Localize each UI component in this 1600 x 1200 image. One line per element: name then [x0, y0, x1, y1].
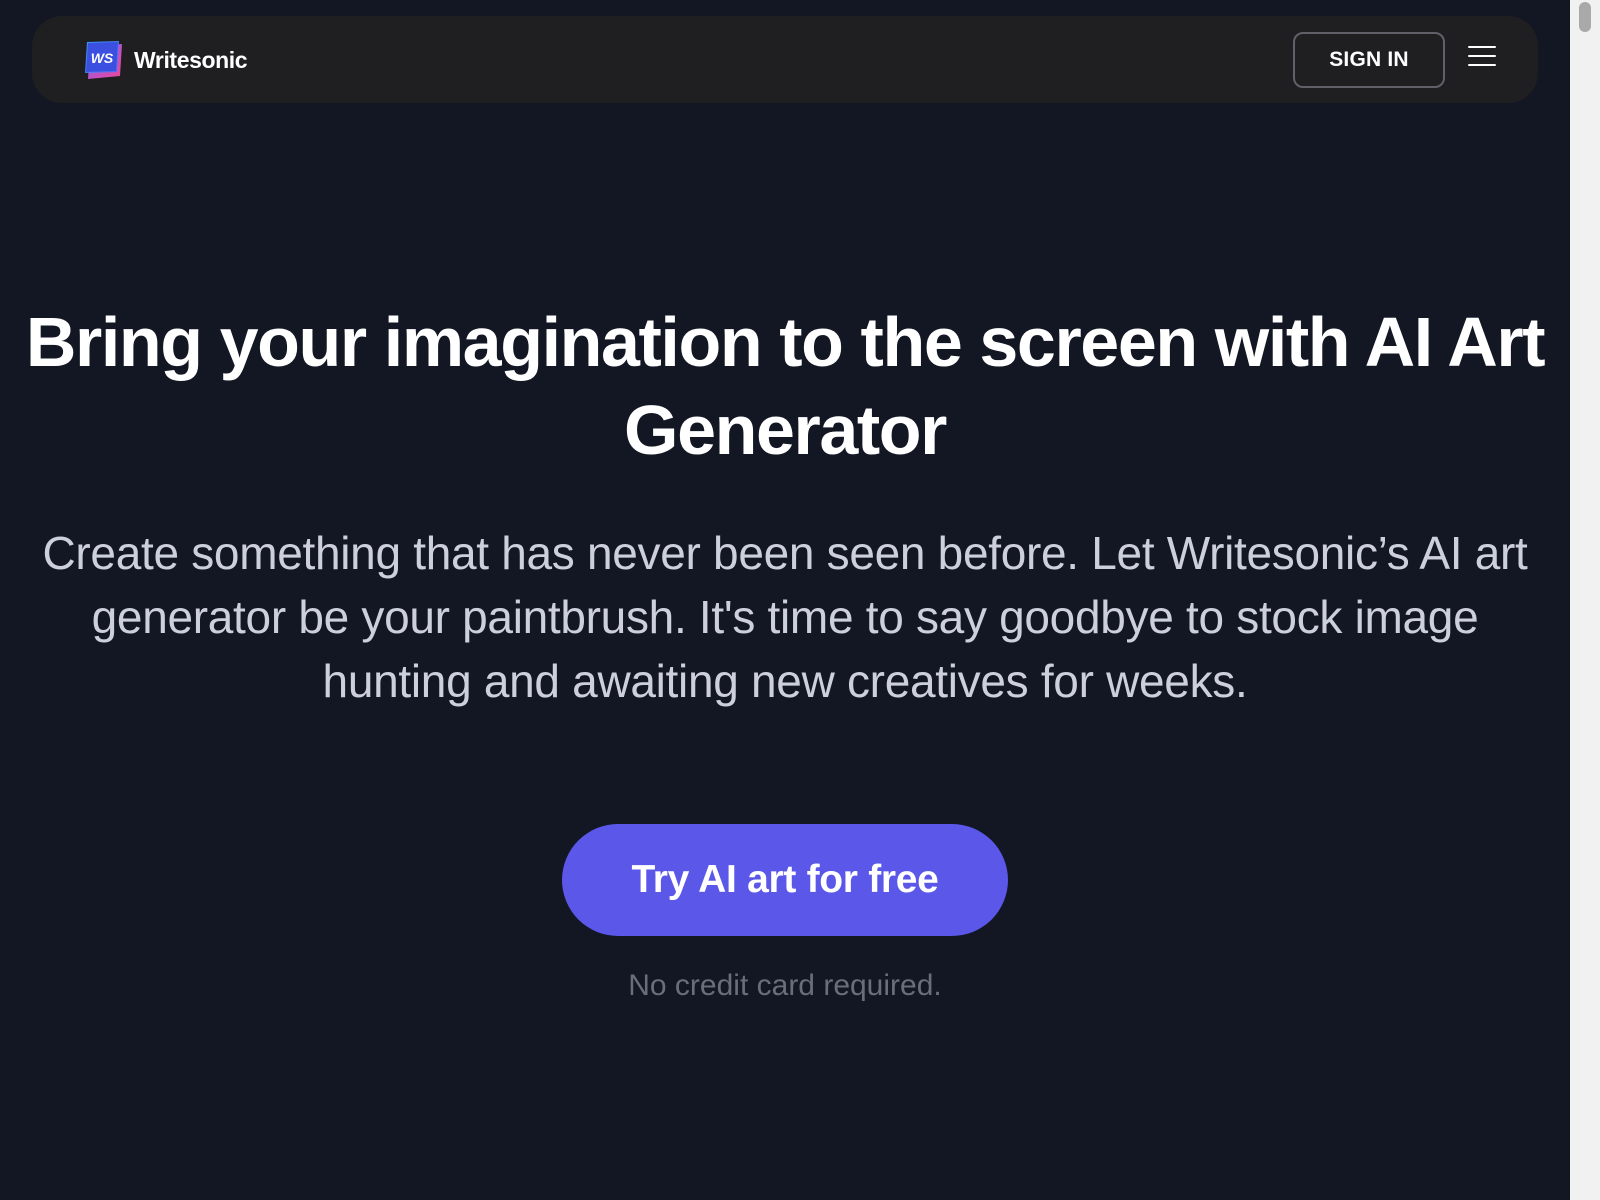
- menu-line: [1468, 64, 1496, 66]
- scrollbar-thumb[interactable]: [1579, 2, 1591, 32]
- logo-text: WS: [91, 50, 114, 66]
- navbar: WS Writesonic SIGN IN: [32, 16, 1538, 103]
- page: WS Writesonic SIGN IN Bring your imagina…: [0, 0, 1600, 1200]
- hero-subtitle: Create something that has never been see…: [42, 527, 1528, 707]
- hamburger-menu-icon[interactable]: [1464, 40, 1500, 76]
- menu-line: [1468, 55, 1496, 57]
- menu-line: [1468, 46, 1496, 48]
- try-ai-art-button[interactable]: Try AI art for free: [562, 824, 1008, 936]
- hero-title: Bring your imagination to the screen wit…: [25, 303, 1546, 469]
- brand-name: Writesonic: [134, 47, 248, 73]
- viewport: WS Writesonic SIGN IN Bring your imagina…: [0, 0, 1570, 1200]
- no-credit-card-note: No credit card required.: [628, 969, 942, 1002]
- brand-logo-link[interactable]: WS Writesonic: [82, 38, 248, 82]
- vertical-scrollbar[interactable]: [1570, 0, 1600, 1200]
- sign-in-button[interactable]: SIGN IN: [1293, 32, 1445, 88]
- writesonic-logo-icon: WS: [82, 38, 126, 82]
